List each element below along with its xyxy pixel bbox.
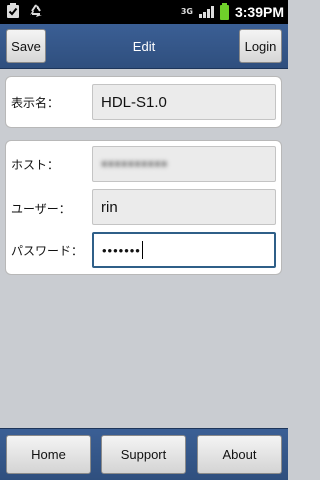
network-type: 3G	[180, 7, 193, 16]
display-name-label: 表示名：	[11, 95, 60, 110]
status-left-icons	[6, 3, 44, 19]
password-value: •••••••	[102, 242, 141, 258]
save-button[interactable]: Save	[6, 29, 46, 63]
password-field[interactable]: •••••••	[92, 232, 276, 268]
about-button[interactable]: About	[197, 435, 282, 474]
host-row: ホスト： ●●●●●●●●●●	[6, 145, 281, 183]
support-button[interactable]: Support	[101, 435, 186, 474]
home-button[interactable]: Home	[6, 435, 91, 474]
password-label: パスワード：	[11, 243, 84, 258]
display-name-card: 表示名： HDL-S1.0	[5, 76, 282, 128]
password-row: パスワード： •••••••	[6, 231, 281, 269]
status-bar: 3G 3:39PM	[0, 0, 288, 24]
clipboard-check-icon	[7, 3, 19, 18]
display-name-row: 表示名： HDL-S1.0	[6, 83, 281, 121]
signal-strength-icon	[198, 6, 214, 18]
status-time: 3:39PM	[234, 4, 284, 20]
display-name-field[interactable]: HDL-S1.0	[92, 84, 276, 120]
user-field[interactable]: rin	[92, 189, 276, 225]
user-row: ユーザー： rin	[6, 189, 281, 227]
battery-icon	[219, 2, 229, 20]
user-label: ユーザー：	[11, 201, 71, 216]
host-field[interactable]: ●●●●●●●●●●	[92, 146, 276, 182]
recycle-icon	[30, 4, 42, 17]
host-label: ホスト：	[11, 157, 60, 172]
bottom-bar: Home Support About	[0, 428, 288, 480]
connection-card: ホスト： ●●●●●●●●●● ユーザー： rin パスワード： •••••••	[5, 140, 282, 275]
login-button[interactable]: Login	[239, 29, 282, 63]
status-right-icons: 3G 3:39PM	[181, 0, 284, 24]
title-bar: Edit Save Login	[0, 24, 288, 69]
text-cursor	[141, 241, 143, 259]
